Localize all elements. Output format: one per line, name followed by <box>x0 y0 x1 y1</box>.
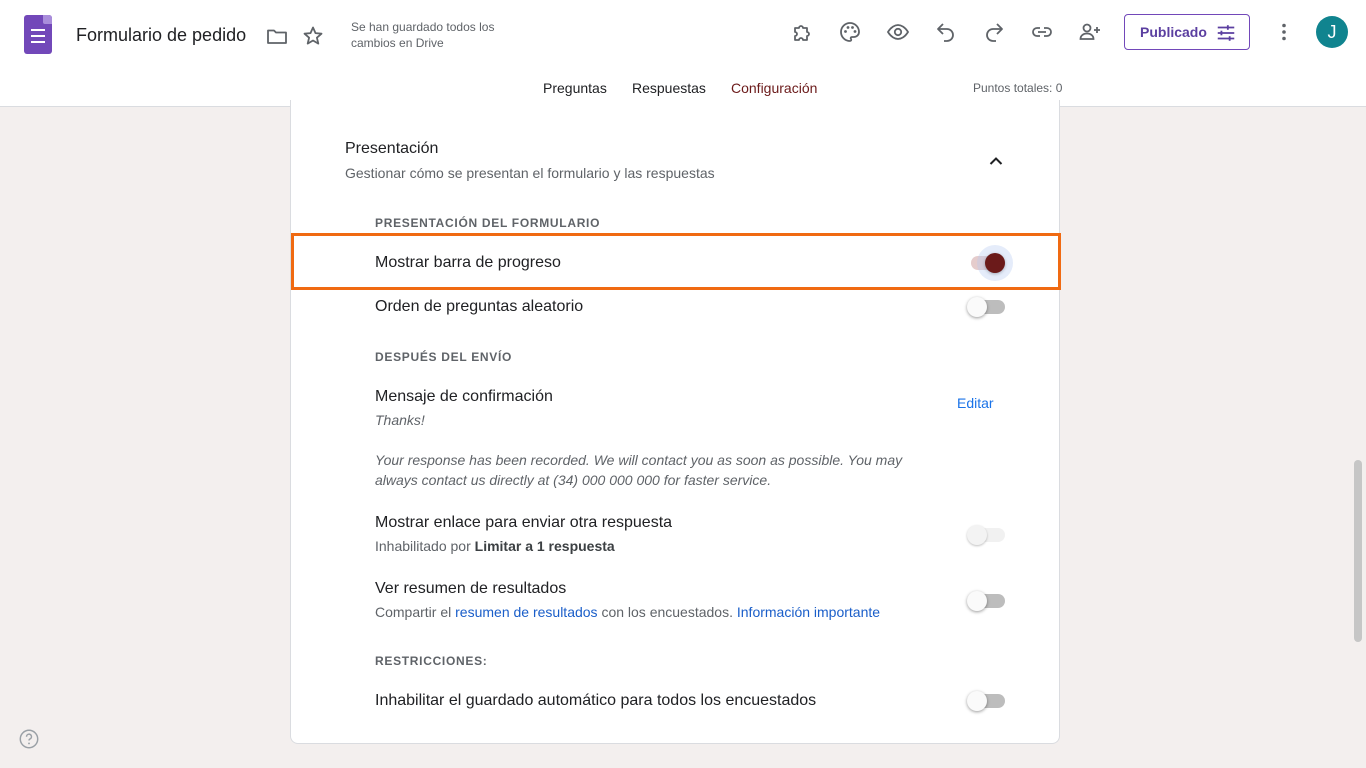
group-label-after-submit: DESPUÉS DEL ENVÍO <box>375 350 513 364</box>
preview-eye-icon[interactable] <box>886 20 910 44</box>
another-response-sublabel: Inhabilitado por Limitar a 1 respuesta <box>375 538 615 554</box>
form-title[interactable]: Formulario de pedido <box>76 25 246 46</box>
highlight-box <box>291 233 1061 290</box>
publish-button[interactable]: Publicado <box>1124 14 1250 50</box>
addon-puzzle-icon[interactable] <box>790 20 814 44</box>
tab-questions[interactable]: Preguntas <box>543 80 607 96</box>
save-status: Se han guardado todos los cambios en Dri… <box>351 20 495 50</box>
results-summary-toggle[interactable] <box>967 589 1007 613</box>
tab-settings[interactable]: Configuración <box>731 80 817 96</box>
group-label-restrictions: RESTRICCIONES: <box>375 654 488 668</box>
top-bar: Formulario de pedido Se han guardado tod… <box>0 0 1366 107</box>
folder-icon[interactable] <box>265 24 289 48</box>
section-subtitle: Gestionar cómo se presentan el formulari… <box>345 165 715 181</box>
total-points: Puntos totales: 0 <box>973 81 1063 95</box>
avatar[interactable]: J <box>1316 16 1348 48</box>
results-summary-label: Ver resumen de resultados <box>375 580 567 597</box>
disable-autosave-label: Inhabilitar el guardado automático para … <box>375 692 817 709</box>
confirmation-message-label: Mensaje de confirmación <box>375 388 553 405</box>
results-summary-sublabel: Compartir el resumen de resultados con l… <box>375 604 881 620</box>
help-icon[interactable] <box>18 728 40 750</box>
redo-icon[interactable] <box>982 20 1006 44</box>
disable-autosave-toggle[interactable] <box>967 689 1007 713</box>
palette-icon[interactable] <box>838 20 862 44</box>
more-vert-icon[interactable] <box>1272 20 1296 44</box>
edit-confirmation-button[interactable]: Editar <box>957 395 994 411</box>
shuffle-questions-label: Orden de preguntas aleatorio <box>375 298 584 315</box>
add-collaborator-icon[interactable] <box>1078 20 1102 44</box>
forms-logo-icon[interactable] <box>24 15 52 54</box>
group-label-form-presentation: PRESENTACIÓN DEL FORMULARIO <box>375 216 601 230</box>
link-icon[interactable] <box>1030 20 1054 44</box>
important-info-link[interactable]: Información importante <box>737 604 880 620</box>
collapse-chevron-icon[interactable] <box>984 149 1008 173</box>
scrollbar-thumb[interactable] <box>1354 460 1362 642</box>
confirmation-message-title: Thanks! <box>375 412 425 428</box>
tune-icon <box>1217 25 1235 41</box>
results-summary-link[interactable]: resumen de resultados <box>455 604 597 620</box>
shuffle-questions-toggle[interactable] <box>967 295 1007 319</box>
another-response-toggle[interactable] <box>967 523 1007 547</box>
undo-icon[interactable] <box>934 20 958 44</box>
settings-card: Presentación Gestionar cómo se presentan… <box>290 100 1060 744</box>
confirmation-message-body: Your response has been recorded. We will… <box>375 452 903 488</box>
star-icon[interactable] <box>301 24 325 48</box>
publish-button-label: Publicado <box>1140 24 1207 40</box>
tab-responses[interactable]: Respuestas <box>632 80 706 96</box>
another-response-label: Mostrar enlace para enviar otra respuest… <box>375 514 673 531</box>
section-title: Presentación <box>345 140 439 157</box>
